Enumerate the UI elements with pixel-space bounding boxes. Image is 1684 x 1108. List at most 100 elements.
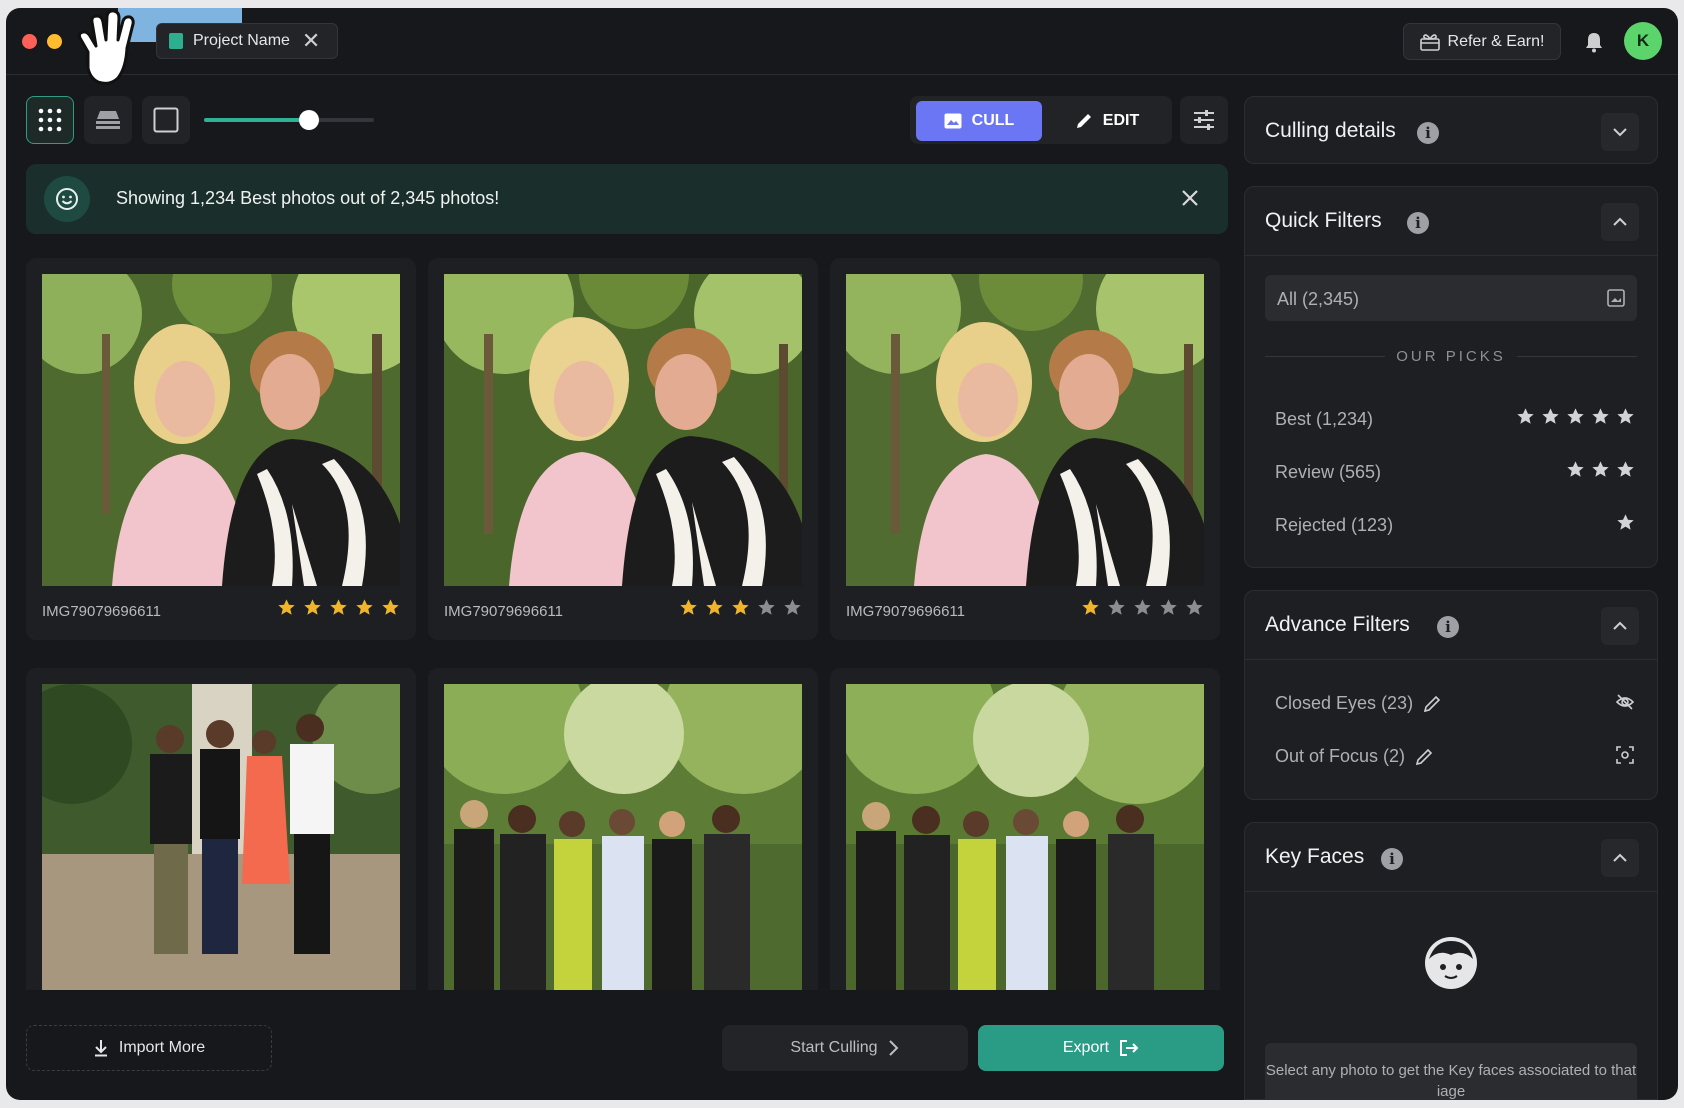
start-culling-button[interactable]: Start Culling xyxy=(722,1025,968,1071)
star-icon xyxy=(1517,408,1534,424)
filter-best[interactable]: Best (1,234) xyxy=(1275,408,1635,430)
our-picks-heading: OUR PICKS xyxy=(1265,347,1637,367)
zoom-slider-fill xyxy=(204,118,310,122)
export-icon xyxy=(1120,1040,1139,1056)
photo-card[interactable]: IMG79079696611 xyxy=(830,258,1220,640)
grid-view-button[interactable] xyxy=(26,96,74,144)
photo-thumbnail xyxy=(444,684,802,990)
info-icon[interactable]: i xyxy=(1437,616,1459,638)
collapse-advance-filters-button[interactable] xyxy=(1601,607,1639,645)
star-filled-icon[interactable] xyxy=(277,598,296,617)
photo-thumbnail xyxy=(846,684,1204,990)
mode-toggle: CULL EDIT xyxy=(910,96,1172,144)
user-avatar[interactable]: K xyxy=(1624,22,1662,60)
our-picks-label: OUR PICKS xyxy=(1396,348,1506,365)
chevron-right-icon xyxy=(888,1040,898,1056)
star-filled-icon[interactable] xyxy=(355,598,374,617)
star-icon xyxy=(1617,461,1634,477)
filter-all-label: All (2,345) xyxy=(1277,289,1360,309)
star-filled-icon[interactable] xyxy=(303,598,322,617)
edit-mode-button[interactable]: EDIT xyxy=(1048,101,1166,141)
expand-culling-details-button[interactable] xyxy=(1601,113,1639,151)
star-empty-icon[interactable] xyxy=(1107,598,1126,617)
export-button[interactable]: Export xyxy=(978,1025,1224,1071)
stack-view-button[interactable] xyxy=(84,96,132,144)
banner-message: Showing 1,234 Best photos out of 2,345 p… xyxy=(116,188,500,208)
star-empty-icon[interactable] xyxy=(1159,598,1178,617)
project-logo-icon xyxy=(169,33,183,49)
advance-filters-panel: Advance Filters i Closed Eyes (23) Out o… xyxy=(1244,590,1658,800)
project-tab[interactable]: Project Name ✕ xyxy=(156,23,338,59)
collapse-key-faces-button[interactable] xyxy=(1601,839,1639,877)
chevron-up-icon xyxy=(1613,621,1627,630)
quick-filters-panel: Quick Filters i All (2,345) OUR PICKS Be… xyxy=(1244,186,1658,568)
star-empty-icon[interactable] xyxy=(757,598,776,617)
photo-grid-row-2 xyxy=(26,668,1230,990)
filter-review-label: Review (565) xyxy=(1275,462,1382,482)
info-icon[interactable]: i xyxy=(1381,848,1403,870)
adjustments-button[interactable] xyxy=(1180,96,1228,144)
filter-review[interactable]: Review (565) xyxy=(1275,460,1635,483)
cull-label: CULL xyxy=(971,112,1015,129)
zoom-slider-knob[interactable] xyxy=(299,110,320,130)
filter-rejected[interactable]: Rejected (123) xyxy=(1275,513,1635,536)
close-window-button[interactable] xyxy=(22,34,37,49)
star-icon xyxy=(1567,461,1584,477)
import-more-button[interactable]: Import More xyxy=(26,1025,272,1071)
pencil-icon[interactable] xyxy=(1415,748,1433,766)
photo-card[interactable] xyxy=(830,668,1220,990)
star-empty-icon[interactable] xyxy=(783,598,802,617)
close-banner-icon[interactable] xyxy=(1176,184,1204,212)
zoom-slider[interactable] xyxy=(204,110,374,130)
pencil-icon[interactable] xyxy=(1423,695,1441,713)
photo-rating[interactable] xyxy=(1081,598,1204,617)
photo-rating[interactable] xyxy=(277,598,400,617)
star-filled-icon[interactable] xyxy=(329,598,348,617)
star-empty-icon[interactable] xyxy=(1133,598,1152,617)
collapse-quick-filters-button[interactable] xyxy=(1601,203,1639,241)
sliders-icon xyxy=(1194,110,1214,130)
culling-details-panel: Culling details i xyxy=(1244,96,1658,164)
filter-closed-eyes[interactable]: Closed Eyes (23) xyxy=(1275,693,1635,714)
star-empty-icon[interactable] xyxy=(1185,598,1204,617)
chevron-down-icon xyxy=(1613,128,1627,137)
refer-earn-button[interactable]: Refer & Earn! xyxy=(1403,23,1561,60)
star-filled-icon[interactable] xyxy=(679,598,698,617)
info-icon[interactable]: i xyxy=(1417,122,1439,144)
close-tab-icon[interactable]: ✕ xyxy=(302,30,320,52)
panel-divider xyxy=(1245,255,1657,256)
filter-all[interactable]: All (2,345) xyxy=(1265,275,1637,321)
star-filled-icon[interactable] xyxy=(705,598,724,617)
key-faces-message: Select any photo to get the Key faces as… xyxy=(1265,1043,1637,1099)
cull-mode-button[interactable]: CULL xyxy=(916,101,1042,141)
face-icon xyxy=(1425,937,1477,989)
grab-cursor-icon xyxy=(77,9,135,85)
star-filled-icon[interactable] xyxy=(1081,598,1100,617)
image-icon xyxy=(944,113,962,129)
photo-rating[interactable] xyxy=(679,598,802,617)
smile-icon xyxy=(44,176,90,222)
focus-icon[interactable] xyxy=(1615,745,1635,765)
filter-stars xyxy=(1616,513,1635,532)
photo-card[interactable] xyxy=(428,668,818,990)
panel-divider xyxy=(1245,659,1657,660)
single-view-button[interactable] xyxy=(142,96,190,144)
minimize-window-button[interactable] xyxy=(47,34,62,49)
gift-icon xyxy=(1419,33,1440,51)
star-filled-icon[interactable] xyxy=(731,598,750,617)
bell-icon[interactable] xyxy=(1582,30,1606,54)
image-icon xyxy=(1607,289,1625,307)
eye-off-icon[interactable] xyxy=(1615,692,1635,712)
photo-card[interactable]: IMG79079696611 xyxy=(26,258,416,640)
star-icon xyxy=(1542,408,1559,424)
filter-stars xyxy=(1566,460,1635,479)
star-filled-icon[interactable] xyxy=(381,598,400,617)
photo-card[interactable]: IMG79079696611 xyxy=(428,258,818,640)
photo-card[interactable] xyxy=(26,668,416,990)
photo-thumbnail xyxy=(444,274,802,586)
star-icon xyxy=(1567,408,1584,424)
star-icon xyxy=(1617,408,1634,424)
key-faces-title: Key Faces xyxy=(1265,845,1365,868)
info-icon[interactable]: i xyxy=(1407,212,1429,234)
filter-out-of-focus[interactable]: Out of Focus (2) xyxy=(1275,746,1635,767)
